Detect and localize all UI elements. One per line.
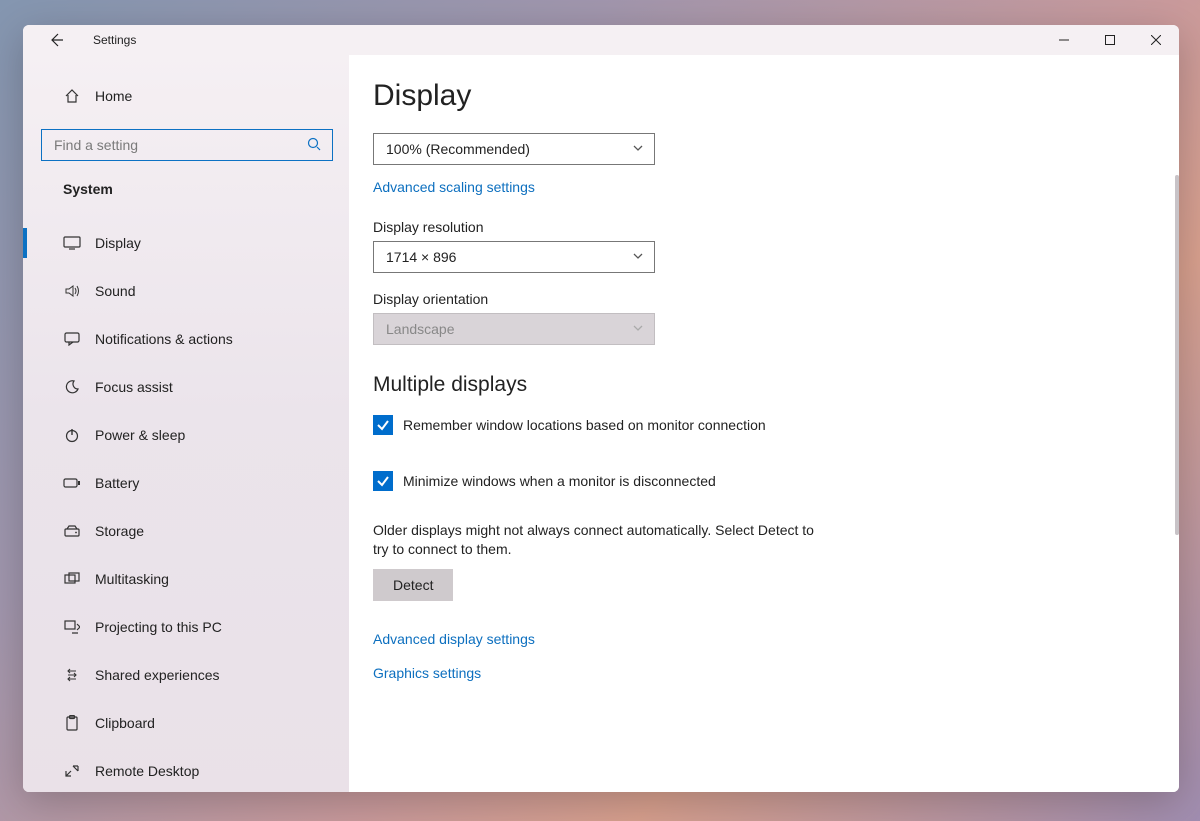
sidebar-item-label: Notifications & actions	[95, 331, 233, 347]
check-icon	[376, 418, 390, 432]
sidebar-item-clipboard[interactable]: Clipboard	[23, 699, 349, 747]
advanced-scaling-link[interactable]: Advanced scaling settings	[373, 179, 535, 195]
maximize-icon	[1105, 35, 1115, 45]
sidebar-item-label: Focus assist	[95, 379, 173, 395]
resolution-label: Display resolution	[373, 219, 1149, 235]
orientation-combobox: Landscape	[373, 313, 655, 345]
chevron-down-icon	[632, 321, 644, 337]
content-panel: Display 100% (Recommended) Advanced scal…	[349, 55, 1179, 792]
sidebar-item-battery[interactable]: Battery	[23, 459, 349, 507]
home-nav[interactable]: Home	[23, 75, 349, 117]
page-title: Display	[373, 79, 1149, 133]
sidebar-item-label: Multitasking	[95, 571, 169, 587]
sidebar-item-project[interactable]: Projecting to this PC	[23, 603, 349, 651]
sidebar-item-remote[interactable]: Remote Desktop	[23, 747, 349, 792]
sidebar-item-label: Clipboard	[95, 715, 155, 731]
chevron-down-icon	[632, 249, 644, 265]
sidebar-item-label: Battery	[95, 475, 139, 491]
section-label: System	[23, 161, 349, 207]
sidebar-item-label: Sound	[95, 283, 135, 299]
sidebar-item-label: Shared experiences	[95, 667, 220, 683]
sidebar-item-message[interactable]: Notifications & actions	[23, 315, 349, 363]
sidebar-item-label: Projecting to this PC	[95, 619, 222, 635]
project-icon	[63, 620, 81, 634]
detect-description: Older displays might not always connect …	[373, 521, 823, 559]
scrollbar-thumb[interactable]	[1175, 175, 1179, 535]
window-title: Settings	[93, 33, 136, 47]
minimize-disconnected-checkbox[interactable]	[373, 471, 393, 491]
scale-combobox[interactable]: 100% (Recommended)	[373, 133, 655, 165]
scale-value: 100% (Recommended)	[386, 141, 530, 157]
sidebar-item-power[interactable]: Power & sleep	[23, 411, 349, 459]
display-icon	[63, 236, 81, 250]
power-icon	[63, 427, 81, 443]
sidebar: Home System Display Sound Notifications & …	[23, 55, 349, 792]
home-icon	[63, 88, 81, 104]
sidebar-item-label: Display	[95, 235, 141, 251]
search-input[interactable]	[41, 129, 333, 161]
maximize-button[interactable]	[1087, 25, 1133, 55]
sound-icon	[63, 283, 81, 299]
graphics-settings-link[interactable]: Graphics settings	[373, 665, 1149, 681]
sidebar-item-label: Power & sleep	[95, 427, 185, 443]
clipboard-icon	[63, 715, 81, 731]
check-icon	[376, 474, 390, 488]
multitask-icon	[63, 572, 81, 586]
advanced-display-link[interactable]: Advanced display settings	[373, 631, 1149, 647]
resolution-value: 1714 × 896	[386, 249, 456, 265]
remember-locations-checkbox[interactable]	[373, 415, 393, 435]
close-button[interactable]	[1133, 25, 1179, 55]
close-icon	[1151, 35, 1161, 45]
sidebar-item-label: Remote Desktop	[95, 763, 199, 779]
orientation-value: Landscape	[386, 321, 455, 337]
sidebar-item-sound[interactable]: Sound	[23, 267, 349, 315]
search-icon	[307, 137, 321, 156]
orientation-label: Display orientation	[373, 291, 1149, 307]
arrow-left-icon	[48, 32, 64, 48]
minimize-icon	[1059, 35, 1069, 45]
sidebar-item-label: Storage	[95, 523, 144, 539]
settings-window: Settings Home System Display Sound Notific…	[23, 25, 1179, 792]
home-label: Home	[95, 88, 132, 104]
remote-icon	[63, 764, 81, 778]
multiple-displays-heading: Multiple displays	[373, 373, 1149, 397]
shared-icon	[63, 667, 81, 683]
detect-button[interactable]: Detect	[373, 569, 453, 601]
drive-icon	[63, 525, 81, 537]
message-icon	[63, 332, 81, 346]
sidebar-item-shared[interactable]: Shared experiences	[23, 651, 349, 699]
sidebar-item-drive[interactable]: Storage	[23, 507, 349, 555]
moon-icon	[63, 379, 81, 395]
nav-list: Display Sound Notifications & actions Focus…	[23, 219, 349, 792]
sidebar-item-moon[interactable]: Focus assist	[23, 363, 349, 411]
battery-icon	[63, 477, 81, 489]
back-button[interactable]	[45, 29, 67, 51]
sidebar-item-multitask[interactable]: Multitasking	[23, 555, 349, 603]
minimize-disconnected-label: Minimize windows when a monitor is disco…	[403, 473, 716, 489]
titlebar: Settings	[23, 25, 1179, 55]
resolution-combobox[interactable]: 1714 × 896	[373, 241, 655, 273]
sidebar-item-display[interactable]: Display	[23, 219, 349, 267]
chevron-down-icon	[632, 141, 644, 157]
minimize-button[interactable]	[1041, 25, 1087, 55]
remember-locations-label: Remember window locations based on monit…	[403, 417, 766, 433]
